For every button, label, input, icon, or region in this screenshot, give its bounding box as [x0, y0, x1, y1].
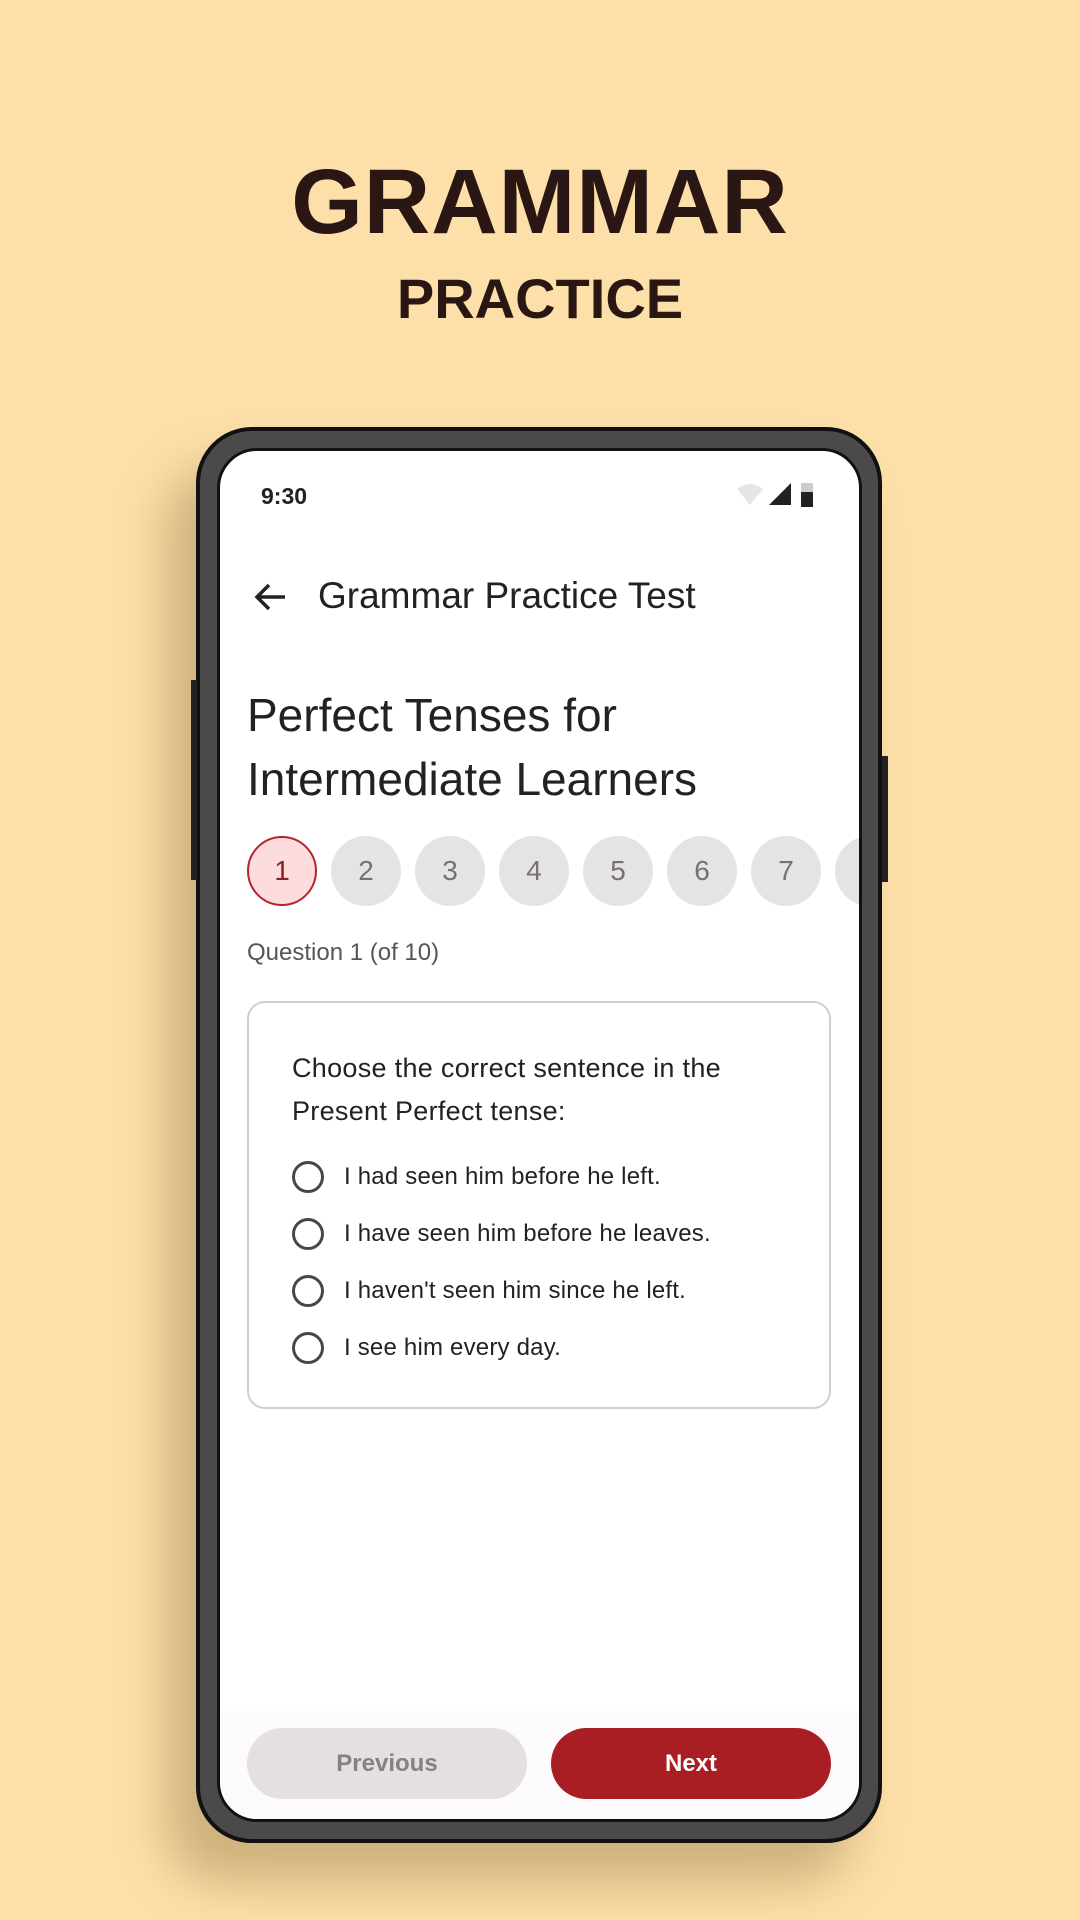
wifi-icon [737, 484, 763, 505]
radio-icon[interactable] [292, 1161, 324, 1193]
status-icons [737, 483, 813, 507]
option[interactable]: I had seen him before he left. [292, 1161, 661, 1193]
option[interactable]: I see him every day. [292, 1332, 561, 1364]
question-counter: Question 1 (of 10) [247, 939, 440, 966]
promo-title: GRAMMAR [291, 151, 789, 253]
question-nav-item[interactable]: 4 [499, 836, 569, 906]
radio-icon[interactable] [292, 1275, 324, 1307]
previous-button[interactable]: Previous [247, 1728, 527, 1799]
promo-subtitle: PRACTICE [396, 267, 684, 330]
option-label: I have seen him before he leaves. [344, 1220, 711, 1247]
bottom-bar: Previous Next [220, 1711, 859, 1819]
back-arrow-icon[interactable] [253, 582, 287, 612]
question-nav-item[interactable]: 2 [331, 836, 401, 906]
status-time: 9:30 [261, 483, 308, 509]
phone-screen: 9:30 Grammar Practice Test Perfect Tense… [217, 448, 862, 1822]
option-label: I had seen him before he left. [344, 1163, 661, 1190]
question-nav-item[interactable]: 7 [751, 836, 821, 906]
question-nav-item[interactable]: 3 [415, 836, 485, 906]
option-label: I haven't seen him since he left. [344, 1277, 687, 1304]
option[interactable]: I have seen him before he leaves. [292, 1218, 711, 1250]
question-nav-item-partial[interactable] [835, 836, 859, 906]
question-card: Choose the correct sentence in the Prese… [247, 1001, 831, 1409]
question-text: Choose the correct sentence in the Prese… [292, 1053, 721, 1126]
phone-power-button [882, 756, 888, 882]
option-label: I see him every day. [344, 1334, 561, 1361]
app-bar-title: Grammar Practice Test [318, 575, 696, 616]
next-button[interactable]: Next [551, 1728, 831, 1799]
signal-icon [769, 483, 791, 505]
battery-icon [801, 483, 813, 507]
heading-line-1: Perfect Tenses for [247, 689, 617, 741]
test-heading: Perfect Tenses for Intermediate Learners [247, 683, 697, 811]
radio-icon[interactable] [292, 1332, 324, 1364]
option[interactable]: I haven't seen him since he left. [292, 1275, 686, 1307]
phone-side-button [191, 680, 197, 880]
radio-icon[interactable] [292, 1218, 324, 1250]
question-nav-item[interactable]: 6 [667, 836, 737, 906]
question-nav-item[interactable]: 5 [583, 836, 653, 906]
heading-line-2: Intermediate Learners [247, 753, 698, 805]
question-nav-item[interactable]: 1 [247, 836, 317, 906]
